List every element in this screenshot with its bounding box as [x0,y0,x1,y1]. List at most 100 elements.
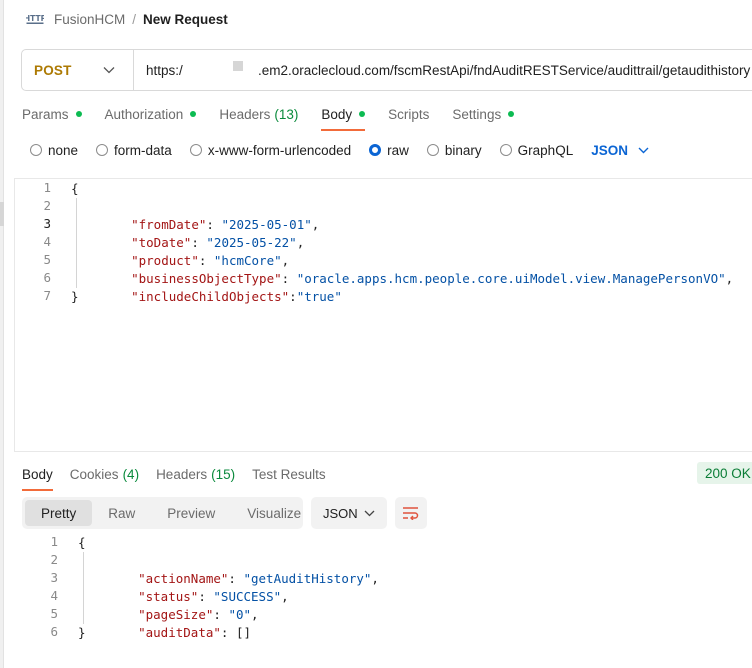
http-icon: HTTP [26,12,44,26]
radio-circle-icon [189,144,202,156]
tab-scripts[interactable]: Scripts [388,104,429,124]
radio-circle-icon [499,144,512,156]
radio-graphql-label: GraphQL [517,142,574,158]
open-brace: { [71,181,79,196]
close-brace: } [78,625,86,640]
json-value: [] [235,625,252,640]
json-key: "auditData" [138,625,221,640]
code-line: } [71,288,79,306]
response-body-viewer[interactable]: 1 2 3 4 5 6 { "actionName": "getAuditHis… [0,533,752,653]
json-value: "oracle.apps.hcm.people.core.uiModel.vie… [296,271,726,286]
method-select[interactable]: POST [22,50,134,90]
tab-test-results[interactable]: Test Results [252,465,326,483]
svg-text:HTTP: HTTP [26,14,44,23]
status-badge[interactable]: 200 OK [697,462,752,484]
line-number: 2 [43,198,51,213]
json-comma: , [251,607,259,622]
view-visualize[interactable]: Visualize [231,500,317,526]
view-raw[interactable]: Raw [92,500,151,526]
line-number: 7 [43,288,51,303]
tab-body-label: Body [321,106,353,122]
raw-format-select[interactable]: JSON [591,143,649,158]
code-line: { [78,534,86,552]
tab-response-headers[interactable]: Headers (15) [156,465,235,483]
json-colon: : [289,289,297,304]
indent-guide [83,552,84,624]
request-tabs: Params Authorization Headers (13) Body Sc… [22,104,537,131]
status-dot-icon [359,111,366,117]
json-value: "true" [296,289,342,304]
json-comma: , [296,235,305,250]
line-number: 1 [43,180,51,195]
code-line: { [71,180,79,198]
tab-headers-label: Headers [219,106,271,122]
left-edge-marker [0,202,4,226]
request-body-editor[interactable]: 1 2 3 4 5 6 7 { "fromDate": "2025-05-01"… [14,178,752,452]
chevron-down-icon [103,67,115,74]
url-path: .em2.oraclecloud.com/fscmRestApi/fndAudi… [258,62,751,78]
line-number: 1 [50,534,58,549]
code-line: "product": "hcmCore", [101,234,289,268]
redacted-host-block [233,61,243,71]
tab-response-headers-label: Headers [156,466,208,482]
radio-circle-icon [426,144,439,156]
tab-response-body-label: Body [22,466,53,482]
line-number: 4 [43,234,51,249]
tab-body[interactable]: Body [321,104,366,131]
json-key: "includeChildObjects" [131,289,290,304]
chevron-down-icon [638,147,649,153]
radio-none[interactable]: none [30,143,78,158]
line-number: 5 [43,252,51,267]
code-line: "auditData": [] [138,625,252,640]
open-brace: { [78,535,86,550]
chevron-down-icon [364,510,375,516]
line-number: 4 [50,588,58,603]
code-line: "pageSize": "0", [138,607,259,622]
body-type-options: none form-data x-www-form-urlencoded raw… [30,141,649,159]
tab-params[interactable]: Params [22,104,82,124]
tab-authorization[interactable]: Authorization [105,104,197,124]
wrap-lines-button[interactable] [395,497,427,529]
tab-scripts-label: Scripts [388,106,430,122]
radio-urlencoded[interactable]: x-www-form-urlencoded [189,142,352,158]
view-preview[interactable]: Preview [151,500,231,526]
code-line: "includeChildObjects":"true" [101,270,342,304]
tab-authorization-label: Authorization [104,106,184,122]
line-number: 6 [50,624,58,639]
radio-circle-icon [30,144,42,156]
response-format-select[interactable]: JSON [311,497,387,529]
code-line: "fromDate": "2025-05-01", [101,198,319,232]
json-comma: , [725,271,734,286]
tab-cookies-label: Cookies [69,466,119,482]
json-comma: , [311,217,320,232]
tab-params-label: Params [22,106,69,122]
request-title[interactable]: New Request [143,12,228,27]
breadcrumb-collection[interactable]: FusionHCM [54,12,125,27]
radio-none-label: none [48,142,79,158]
indent-guide [76,198,77,288]
method-label: POST [34,62,72,78]
tab-settings[interactable]: Settings [452,104,515,124]
breadcrumb-separator: / [132,11,137,27]
code-line: "status": "SUCCESS", [138,589,289,604]
tab-headers[interactable]: Headers (13) [219,104,298,124]
url-input[interactable]: https:/ .em2.oraclecloud.com/fscmRestApi… [134,50,752,90]
radio-raw[interactable]: raw [369,143,409,158]
status-dot-icon [190,111,197,117]
radio-binary[interactable]: binary [426,143,482,158]
status-dot-icon [508,111,515,117]
radio-circle-icon [96,144,109,156]
radio-urlencoded-label: x-www-form-urlencoded [207,142,352,158]
tab-settings-label: Settings [452,106,502,122]
line-number: 5 [50,606,58,621]
view-pretty[interactable]: Pretty [25,500,93,526]
headers-count: (13) [274,106,299,122]
tab-cookies[interactable]: Cookies (4) [70,465,139,483]
radio-form-data[interactable]: form-data [96,143,172,158]
tab-response-body[interactable]: Body [22,465,53,491]
line-number: 6 [43,270,51,285]
json-comma: , [281,589,289,604]
close-brace: } [71,289,79,304]
radio-graphql[interactable]: GraphQL [499,142,574,158]
code-line: "actionName": "getAuditHistory", [138,571,379,586]
